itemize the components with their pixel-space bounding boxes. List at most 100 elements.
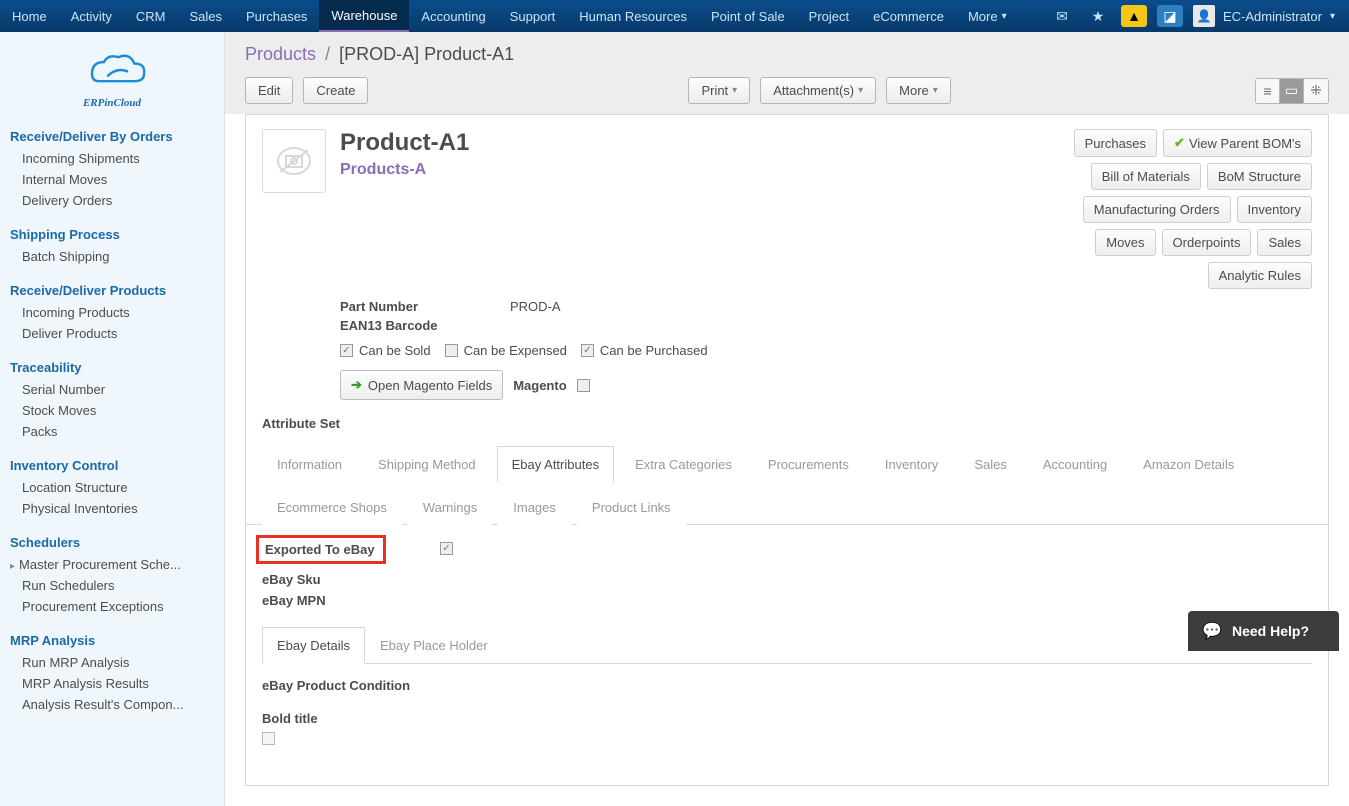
moves-button[interactable]: Moves — [1095, 229, 1155, 256]
create-button[interactable]: Create — [303, 77, 368, 104]
edit-button[interactable]: Edit — [245, 77, 293, 104]
nav-item-human-resources[interactable]: Human Resources — [567, 0, 699, 32]
view-parent-bom-button[interactable]: ✔View Parent BOM's — [1163, 129, 1312, 157]
nav-item-ecommerce[interactable]: eCommerce — [861, 0, 956, 32]
bill-of-materials-button[interactable]: Bill of Materials — [1091, 163, 1201, 190]
bold-title-checkbox[interactable] — [262, 732, 275, 745]
tab-shipping-method[interactable]: Shipping Method — [363, 446, 491, 483]
user-menu[interactable]: 👤 EC-Administrator ▾ — [1193, 5, 1335, 27]
nav-more[interactable]: More ▾ — [956, 0, 1019, 32]
manufacturing-orders-button[interactable]: Manufacturing Orders — [1083, 196, 1231, 223]
tab-extra-categories[interactable]: Extra Categories — [620, 446, 747, 483]
sidebar-item[interactable]: Packs — [0, 421, 224, 442]
nav-item-crm[interactable]: CRM — [124, 0, 178, 32]
sidebar-section-title[interactable]: Traceability — [0, 354, 224, 379]
sidebar-item[interactable]: Master Procurement Sche... — [0, 554, 224, 575]
ebay-mpn-label: eBay MPN — [262, 593, 380, 608]
warning-icon[interactable]: ▲ — [1121, 5, 1147, 27]
bom-structure-button[interactable]: BoM Structure — [1207, 163, 1312, 190]
analytic-rules-button[interactable]: Analytic Rules — [1208, 262, 1312, 289]
mail-icon[interactable]: ✉ — [1049, 5, 1075, 27]
sidebar-item[interactable]: MRP Analysis Results — [0, 673, 224, 694]
sidebar-item[interactable]: Serial Number — [0, 379, 224, 400]
magento-checkbox[interactable] — [577, 379, 590, 392]
star-icon[interactable]: ★ — [1085, 5, 1111, 27]
tab-sales[interactable]: Sales — [959, 446, 1022, 483]
list-view-icon[interactable]: ≡ — [1256, 79, 1280, 103]
tab-accounting[interactable]: Accounting — [1028, 446, 1122, 483]
nav-item-sales[interactable]: Sales — [177, 0, 234, 32]
print-button[interactable]: Print▾ — [688, 77, 750, 104]
sidebar-section-title[interactable]: Inventory Control — [0, 452, 224, 477]
tab-ecommerce-shops[interactable]: Ecommerce Shops — [262, 489, 402, 525]
sidebar-item[interactable]: Location Structure — [0, 477, 224, 498]
can-be-expensed-checkbox[interactable]: Can be Expensed — [445, 343, 567, 358]
sidebar-item[interactable]: Internal Moves — [0, 169, 224, 190]
can-be-sold-checkbox[interactable]: Can be Sold — [340, 343, 431, 358]
tab-information[interactable]: Information — [262, 446, 357, 483]
exported-to-ebay-label: Exported To eBay — [256, 535, 386, 564]
content: Products / [PROD-A] Product-A1 Edit Crea… — [225, 32, 1349, 806]
sidebar-item[interactable]: Batch Shipping — [0, 246, 224, 267]
more-button[interactable]: More▾ — [886, 77, 951, 104]
nav-item-purchases[interactable]: Purchases — [234, 0, 319, 32]
form-view-icon[interactable]: ▭ — [1280, 79, 1304, 103]
subtab-ebay-place-holder[interactable]: Ebay Place Holder — [365, 627, 503, 664]
product-category[interactable]: Products-A — [340, 161, 469, 179]
sidebar-item[interactable]: Stock Moves — [0, 400, 224, 421]
nav-item-project[interactable]: Project — [797, 0, 861, 32]
ebay-attributes-panel: Exported To eBay eBay Sku eBay MPN — [246, 525, 1328, 614]
sidebar-item[interactable]: Incoming Shipments — [0, 148, 224, 169]
tab-ebay-attributes[interactable]: Ebay Attributes — [497, 446, 614, 483]
ebay-product-condition-label: eBay Product Condition — [262, 678, 1312, 693]
subtab-ebay-details[interactable]: Ebay Details — [262, 627, 365, 664]
open-magento-fields-button[interactable]: ➔Open Magento Fields — [340, 370, 503, 400]
sidebar-section-title[interactable]: Receive/Deliver Products — [0, 277, 224, 302]
can-be-purchased-checkbox[interactable]: Can be Purchased — [581, 343, 708, 358]
nav-item-point-of-sale[interactable]: Point of Sale — [699, 0, 797, 32]
purchases-button[interactable]: Purchases — [1074, 129, 1157, 157]
logo[interactable]: ERPinCloud — [0, 40, 224, 123]
tab-product-links[interactable]: Product Links — [577, 489, 686, 525]
side-action-buttons: Purchases ✔View Parent BOM's Bill of Mat… — [1074, 129, 1312, 289]
kanban-view-icon[interactable]: ⁜ — [1304, 79, 1328, 103]
attachments-button[interactable]: Attachment(s)▾ — [760, 77, 876, 104]
sidebar-section-title[interactable]: Receive/Deliver By Orders — [0, 123, 224, 148]
tab-inventory[interactable]: Inventory — [870, 446, 953, 483]
sidebar-item[interactable]: Delivery Orders — [0, 190, 224, 211]
tab-procurements[interactable]: Procurements — [753, 446, 864, 483]
sidebar-section-title[interactable]: Schedulers — [0, 529, 224, 554]
orderpoints-button[interactable]: Orderpoints — [1162, 229, 1252, 256]
sidebar-item[interactable]: Run MRP Analysis — [0, 652, 224, 673]
sidebar-item[interactable]: Analysis Result's Compon... — [0, 694, 224, 715]
nav-item-support[interactable]: Support — [498, 0, 568, 32]
sidebar-item[interactable]: Procurement Exceptions — [0, 596, 224, 617]
tab-amazon-details[interactable]: Amazon Details — [1128, 446, 1249, 483]
sales-button[interactable]: Sales — [1257, 229, 1312, 256]
exported-to-ebay-checkbox[interactable] — [440, 542, 453, 555]
help-widget[interactable]: 💬 Need Help? — [1188, 611, 1339, 651]
inventory-button[interactable]: Inventory — [1237, 196, 1312, 223]
product-name: Product-A1 — [340, 129, 469, 157]
sidebar-section-title[interactable]: MRP Analysis — [0, 627, 224, 652]
tab-images[interactable]: Images — [498, 489, 571, 525]
nav-item-accounting[interactable]: Accounting — [409, 0, 497, 32]
sidebar-item[interactable]: Deliver Products — [0, 323, 224, 344]
nav-item-warehouse[interactable]: Warehouse — [319, 0, 409, 32]
sidebar-item[interactable]: Incoming Products — [0, 302, 224, 323]
check-icon: ✔ — [1174, 135, 1185, 151]
arrow-right-icon: ➔ — [351, 377, 362, 393]
bold-title-label: Bold title — [262, 711, 1312, 726]
sidebar-item[interactable]: Run Schedulers — [0, 575, 224, 596]
nav-item-home[interactable]: Home — [0, 0, 59, 32]
product-image-placeholder[interactable] — [262, 129, 326, 193]
user-name-label: EC-Administrator — [1223, 9, 1322, 24]
magento-label: Magento — [513, 378, 566, 393]
app-icon[interactable]: ◪ — [1157, 5, 1183, 27]
sidebar-item[interactable]: Physical Inventories — [0, 498, 224, 519]
nav-item-activity[interactable]: Activity — [59, 0, 124, 32]
breadcrumb-parent[interactable]: Products — [245, 44, 316, 64]
tab-warnings[interactable]: Warnings — [408, 489, 492, 525]
ebay-sku-label: eBay Sku — [262, 572, 380, 587]
sidebar-section-title[interactable]: Shipping Process — [0, 221, 224, 246]
